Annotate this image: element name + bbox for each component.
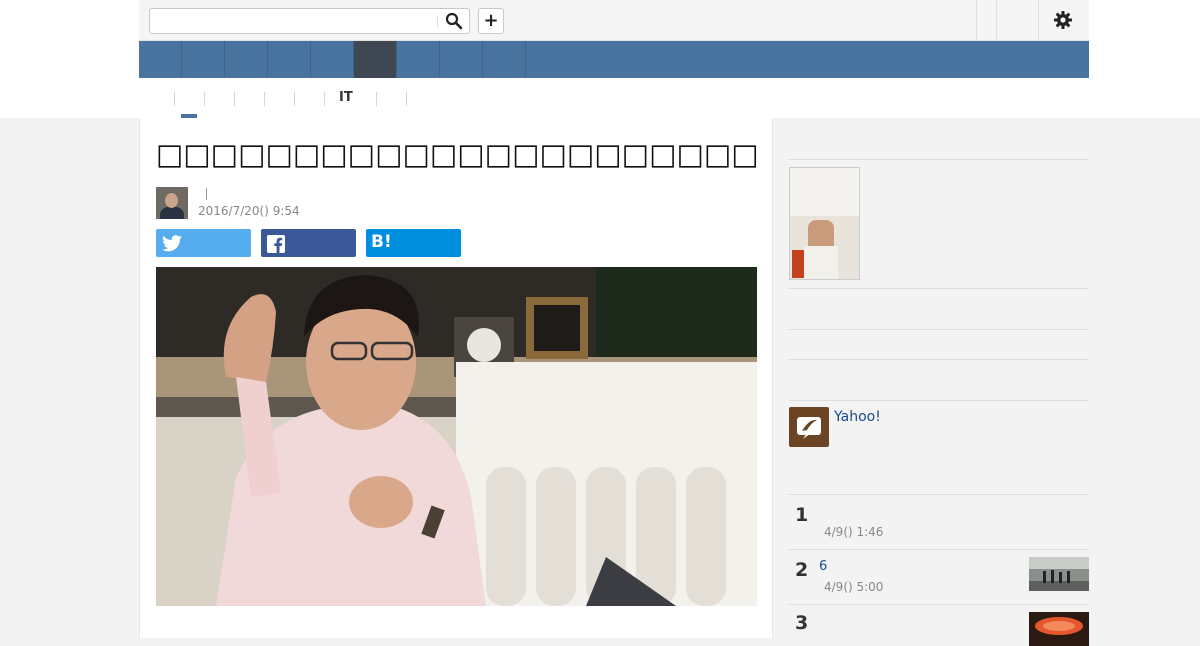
ranking-date: 4/9() 5:00 xyxy=(824,580,884,594)
facebook-share-button[interactable] xyxy=(261,229,356,257)
quill-icon[interactable] xyxy=(789,407,829,447)
toolbar-divider xyxy=(996,0,997,40)
sidebar-divider xyxy=(789,329,1089,330)
subnav-divider xyxy=(204,92,205,106)
toolbar-divider xyxy=(976,0,977,40)
nav-item[interactable] xyxy=(397,41,440,78)
subnav-divider xyxy=(376,92,377,106)
sidebar-divider xyxy=(789,359,1089,360)
nav-item[interactable] xyxy=(225,41,268,78)
article-main: □□□□□□□□□□□□□□□□□□□□□□ □□□□□□□□□□□□□□□□□… xyxy=(139,118,773,638)
author-separator xyxy=(206,188,207,200)
nav-item[interactable] xyxy=(440,41,483,78)
ranking-number: 1 xyxy=(795,504,809,526)
ranking-thumbnail[interactable] xyxy=(1029,612,1089,646)
avatar-face xyxy=(165,193,178,208)
article-date: 2016/7/20() 9:54 xyxy=(198,204,300,218)
nav-item[interactable] xyxy=(182,41,225,78)
author-avatar[interactable] xyxy=(156,187,188,219)
sidebar: Yahoo! 1 4/9() 1:46 2 6 4/9() 5:00 3 xyxy=(789,118,1089,646)
search-input[interactable] xyxy=(150,9,435,33)
avatar-body xyxy=(160,207,184,219)
nav-item[interactable] xyxy=(311,41,354,78)
sidebar-divider xyxy=(789,288,1089,289)
ranking-number: 3 xyxy=(795,612,809,634)
subnav-divider xyxy=(406,92,407,106)
add-button[interactable]: + xyxy=(478,8,504,34)
hatena-icon: B! xyxy=(371,232,392,252)
twitter-icon xyxy=(162,235,182,252)
ranking-date: 4/9() 1:46 xyxy=(824,525,884,539)
subnav-divider xyxy=(264,92,265,106)
nav-item-active[interactable] xyxy=(354,41,397,78)
ranking-item[interactable]: 3 xyxy=(789,604,1089,646)
nav-item[interactable] xyxy=(268,41,311,78)
article-photo xyxy=(156,267,757,606)
search-box xyxy=(149,8,470,34)
subnav-divider xyxy=(174,92,175,106)
ranking-item[interactable]: 2 6 4/9() 5:00 xyxy=(789,549,1089,604)
gear-icon[interactable] xyxy=(1053,10,1073,30)
ranking-thumbnail[interactable] xyxy=(1029,557,1089,591)
top-toolbar: + xyxy=(139,0,1089,41)
subnav-divider xyxy=(324,92,325,106)
subnav-divider xyxy=(294,92,295,106)
search-divider xyxy=(437,15,438,27)
sidebar-divider xyxy=(789,159,1089,160)
ranking-number: 2 xyxy=(795,559,809,581)
yahoo-link[interactable]: Yahoo! xyxy=(834,409,881,425)
hatena-bookmark-button[interactable]: B! xyxy=(366,229,461,257)
search-icon[interactable] xyxy=(445,12,465,30)
book-cover[interactable] xyxy=(789,167,860,280)
subnav-divider xyxy=(234,92,235,106)
article-title: □□□□□□□□□□□□□□□□□□□□□□ □□□□□□□□□□□□□□□□□ xyxy=(156,137,766,171)
ranking-item[interactable]: 1 4/9() 1:46 xyxy=(789,494,1089,549)
nav-item[interactable] xyxy=(483,41,526,78)
sidebar-divider xyxy=(789,400,1089,401)
ranking-title[interactable]: 6 xyxy=(819,559,827,574)
sub-category-nav: IT xyxy=(139,78,1089,118)
subnav-item-it[interactable]: IT xyxy=(339,90,353,105)
facebook-icon xyxy=(267,235,285,253)
nav-item[interactable] xyxy=(139,41,182,78)
twitter-share-button[interactable] xyxy=(156,229,251,257)
toolbar-divider xyxy=(1038,0,1039,40)
category-nav xyxy=(139,41,1089,78)
